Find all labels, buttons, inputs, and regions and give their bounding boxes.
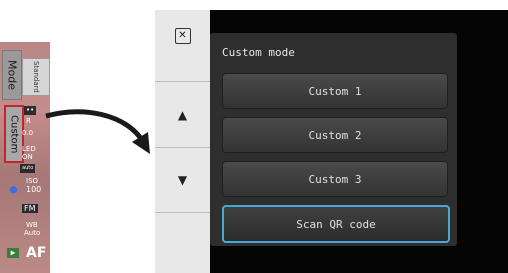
triangle-up-icon: ▲ [177, 108, 188, 122]
wb-label: WB [26, 221, 38, 229]
af-label: AF [26, 245, 47, 261]
led-label: LED [22, 145, 36, 153]
blank-button[interactable] [155, 213, 210, 273]
side-button-panel: ✕ ▲ ▼ [155, 10, 210, 273]
scan-qr-code-button[interactable]: Scan QR code [222, 205, 450, 243]
custom-3-button[interactable]: Custom 3 [222, 161, 448, 197]
dot-icon: •• [24, 106, 37, 115]
custom-tab[interactable]: Custom [4, 105, 24, 163]
iso-value: 100 [26, 185, 42, 194]
x-box-icon: ✕ [174, 28, 191, 44]
fm-icon: FM [22, 204, 38, 213]
down-button[interactable]: ▼ [155, 148, 210, 213]
camera-screen-strip: Mode Standard Custom •• R 0.0 LED ON aut… [0, 42, 50, 273]
play-icon: ▶ [7, 248, 19, 258]
up-button[interactable]: ▲ [155, 83, 210, 148]
r-label: R [26, 117, 31, 125]
led-state: ON [22, 153, 33, 161]
menu-title: Custom mode [222, 46, 295, 59]
custom-2-button[interactable]: Custom 2 [222, 117, 448, 153]
custom-1-button[interactable]: Custom 1 [222, 73, 448, 109]
iso-label: ISO [26, 177, 39, 185]
standard-tab[interactable]: Standard [22, 58, 50, 96]
person-icon: ● [10, 182, 18, 196]
auto-icon: auto [20, 164, 36, 173]
wb-value: Auto [24, 229, 41, 237]
mode-tab[interactable]: Mode [2, 50, 22, 100]
triangle-down-icon: ▼ [177, 173, 188, 187]
delete-button[interactable]: ✕ [155, 10, 210, 82]
ev-value: 0.0 [22, 129, 34, 137]
curved-arrow-icon [45, 109, 150, 154]
custom-mode-menu: Custom mode Custom 1 Custom 2 Custom 3 S… [210, 33, 457, 246]
